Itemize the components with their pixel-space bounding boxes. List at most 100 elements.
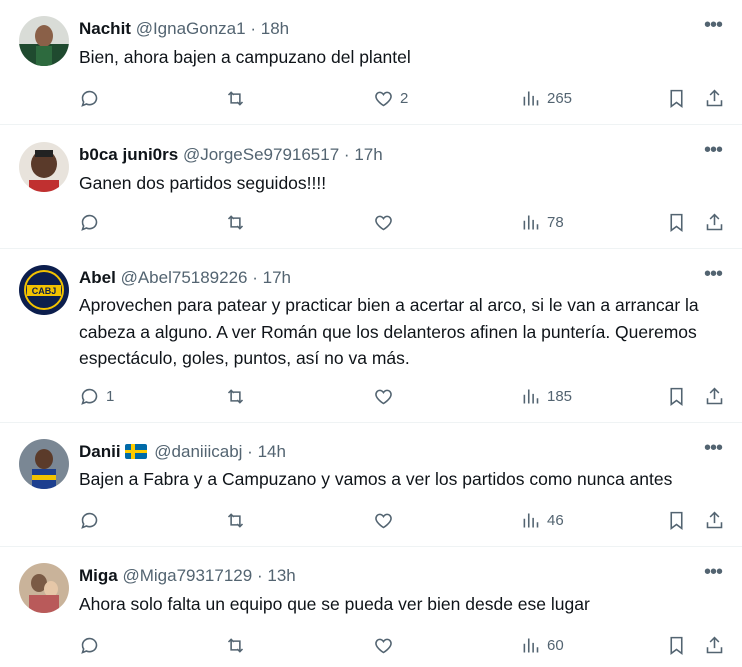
- username[interactable]: @Abel75189226: [121, 268, 248, 287]
- views-count: 78: [547, 213, 564, 231]
- like-button[interactable]: [373, 508, 400, 532]
- views-icon: [523, 91, 539, 105]
- separator: ·: [247, 442, 253, 461]
- display-name[interactable]: Danii: [79, 442, 121, 461]
- share-button[interactable]: [704, 384, 725, 408]
- views-icon: [523, 389, 539, 403]
- display-name[interactable]: b0ca juni0rs: [79, 145, 178, 164]
- username[interactable]: @IgnaGonza1: [136, 19, 246, 38]
- timestamp[interactable]: 14h: [258, 442, 286, 461]
- more-options-icon[interactable]: •••: [702, 15, 724, 40]
- more-options-icon[interactable]: •••: [702, 140, 724, 165]
- reply-button[interactable]: [79, 86, 106, 110]
- display-name[interactable]: Nachit: [79, 19, 131, 38]
- heart-icon: [375, 389, 392, 404]
- share-button[interactable]: [704, 86, 725, 110]
- heart-icon: [375, 91, 392, 106]
- bookmark-icon: [670, 89, 683, 108]
- bookmark-icon: [670, 636, 683, 655]
- bookmark-button[interactable]: [666, 384, 687, 408]
- retweet-icon: [227, 388, 244, 404]
- like-count: 2: [400, 89, 409, 107]
- like-button[interactable]: 2: [373, 86, 408, 110]
- retweet-icon: [227, 637, 244, 653]
- tweet-actions: 1 185: [79, 384, 726, 408]
- tweet[interactable]: Danii @daniiicabj · 14h ••• Bajen a Fabr…: [0, 423, 742, 547]
- timestamp[interactable]: 17h: [263, 268, 291, 287]
- tweet[interactable]: Miga @Miga79317129 · 13h ••• Ahora solo …: [0, 547, 742, 667]
- timestamp[interactable]: 13h: [267, 566, 295, 585]
- retweet-button[interactable]: [225, 633, 252, 657]
- share-icon: [706, 89, 723, 106]
- share-icon: [706, 213, 723, 230]
- views-count: 60: [547, 636, 564, 654]
- tweet-header: Danii @daniiicabj · 14h: [79, 441, 286, 463]
- more-options-icon[interactable]: •••: [702, 438, 724, 463]
- tweet-text: Ganen dos partidos seguidos!!!!: [79, 173, 327, 193]
- tweet-text: Bien, ahora bajen a campuzano del plante…: [79, 47, 411, 67]
- bookmark-button[interactable]: [666, 633, 687, 657]
- more-options-icon[interactable]: •••: [702, 264, 724, 289]
- share-button[interactable]: [704, 210, 725, 234]
- tweet-header: Nachit @IgnaGonza1 · 18h: [79, 18, 289, 40]
- avatar[interactable]: CABJ: [19, 265, 69, 315]
- reply-count: 1: [106, 387, 115, 405]
- views-count: 265: [547, 89, 573, 107]
- username[interactable]: @daniiicabj: [154, 442, 242, 461]
- share-button[interactable]: [704, 508, 725, 532]
- reply-icon: [81, 214, 98, 231]
- views-count: 185: [547, 387, 573, 405]
- tweet-header: Abel @Abel75189226 · 17h: [79, 267, 291, 289]
- retweet-button[interactable]: [225, 508, 252, 532]
- bookmark-icon: [670, 213, 683, 232]
- like-button[interactable]: [373, 633, 400, 657]
- more-options-icon[interactable]: •••: [702, 562, 724, 587]
- reply-icon: [81, 388, 98, 405]
- like-button[interactable]: [373, 384, 400, 408]
- timestamp[interactable]: 18h: [261, 19, 289, 38]
- views-icon: [523, 638, 539, 652]
- display-name[interactable]: Abel: [79, 268, 116, 287]
- share-button[interactable]: [704, 633, 725, 657]
- tweet[interactable]: Nachit @IgnaGonza1 · 18h ••• Bien, ahora…: [0, 0, 742, 125]
- reply-button[interactable]: [79, 508, 106, 532]
- share-icon: [706, 511, 723, 528]
- tweet-actions: 46: [79, 508, 726, 532]
- avatar[interactable]: [19, 16, 69, 66]
- reply-button[interactable]: [79, 633, 106, 657]
- separator: ·: [252, 268, 258, 287]
- tweet-header: Miga @Miga79317129 · 13h: [79, 565, 296, 587]
- separator: ·: [343, 145, 350, 164]
- display-name[interactable]: Miga: [79, 566, 118, 585]
- reply-button[interactable]: 1: [79, 384, 114, 408]
- views-button[interactable]: 46: [520, 508, 564, 532]
- reply-icon: [81, 90, 98, 107]
- tweet[interactable]: CABJ Abel @Abel75189226 · 17h ••• Aprove…: [0, 249, 742, 423]
- username[interactable]: @JorgeSe97916517: [183, 145, 339, 164]
- retweet-button[interactable]: [225, 86, 252, 110]
- retweet-icon: [227, 90, 244, 106]
- like-button[interactable]: [373, 210, 400, 234]
- views-button[interactable]: 185: [520, 384, 572, 408]
- tweet-header: b0ca juni0rs @JorgeSe97916517 · 17h: [79, 144, 383, 166]
- separator: ·: [250, 19, 256, 38]
- reply-icon: [81, 512, 98, 529]
- username[interactable]: @Miga79317129: [122, 566, 252, 585]
- avatar[interactable]: [19, 563, 69, 613]
- bookmark-button[interactable]: [666, 210, 687, 234]
- retweet-icon: [227, 512, 244, 528]
- views-button[interactable]: 265: [520, 86, 572, 110]
- tweet-actions: 2 265: [79, 86, 726, 110]
- views-button[interactable]: 60: [520, 633, 564, 657]
- reply-button[interactable]: [79, 210, 106, 234]
- bookmark-button[interactable]: [666, 86, 687, 110]
- avatar[interactable]: [19, 142, 69, 192]
- retweet-button[interactable]: [225, 384, 252, 408]
- retweet-button[interactable]: [225, 210, 252, 234]
- timestamp[interactable]: 17h: [354, 145, 382, 164]
- avatar[interactable]: [19, 439, 69, 489]
- views-button[interactable]: 78: [520, 210, 564, 234]
- tweet[interactable]: b0ca juni0rs @JorgeSe97916517 · 17h ••• …: [0, 125, 742, 249]
- bookmark-button[interactable]: [666, 508, 687, 532]
- reply-feed: Nachit @IgnaGonza1 · 18h ••• Bien, ahora…: [0, 0, 742, 667]
